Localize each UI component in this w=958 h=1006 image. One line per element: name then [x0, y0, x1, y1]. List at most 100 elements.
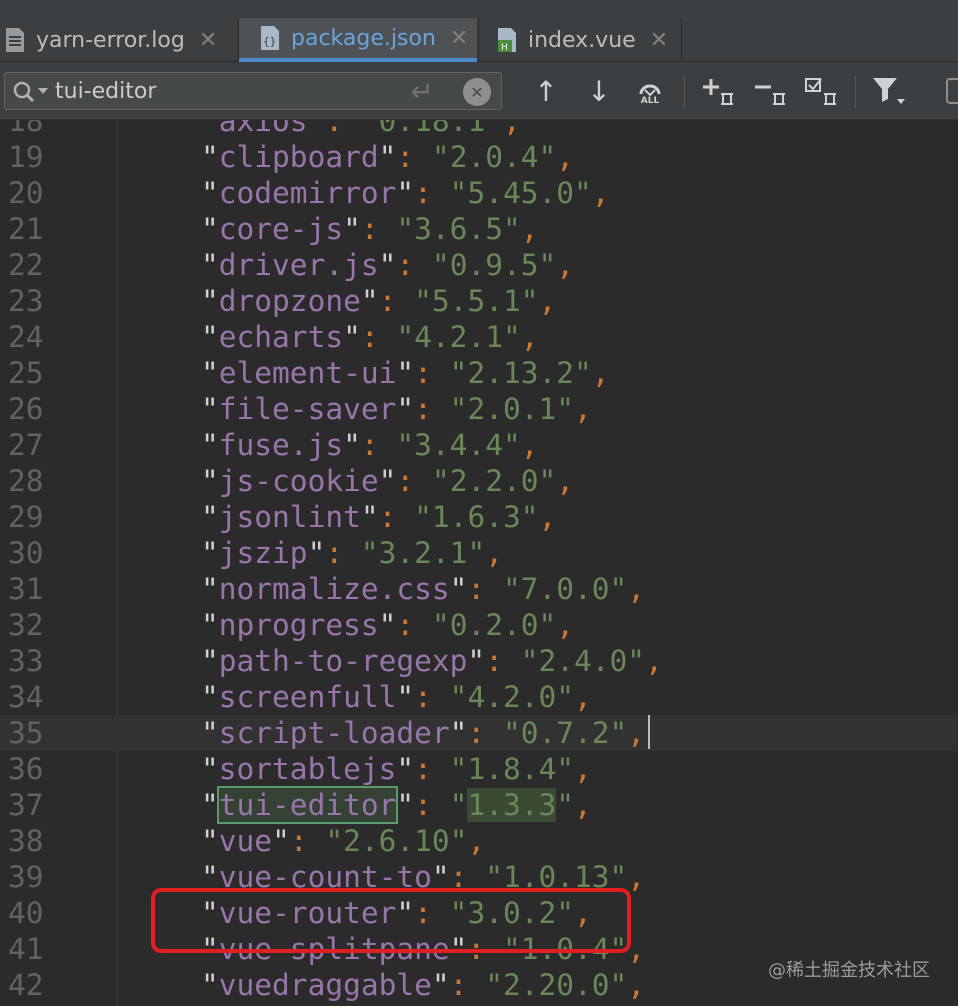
code-text: "element-ui": "2.13.2", [201, 355, 610, 391]
select-all-occurrences-button[interactable]: ALL [632, 72, 668, 110]
text-caret [648, 715, 651, 749]
quote: " [609, 716, 628, 750]
json-value: 0.9.5 [449, 248, 539, 282]
json-key: axios [218, 120, 308, 138]
code-line[interactable]: 19 "clipboard": "2.0.4", [0, 139, 958, 175]
quote: " [449, 752, 468, 786]
colon: : [414, 176, 450, 210]
json-value: 0.2.0 [449, 608, 539, 642]
code-line[interactable]: 32 "nprogress": "0.2.0", [0, 607, 958, 643]
previous-occurrence-button[interactable]: ↑ [530, 72, 562, 110]
code-line[interactable]: 35 "script-loader": "0.7.2", [0, 715, 958, 751]
quote: " [502, 428, 521, 462]
code-text: "path-to-regexp": "2.4.0", [201, 643, 663, 679]
json-key: normalize.css [218, 572, 450, 606]
line-number: 22 [8, 248, 44, 282]
json-key: vue [218, 824, 273, 858]
code-text: "echarts": "4.2.1", [201, 319, 539, 355]
add-occurrence-button[interactable] [700, 72, 736, 110]
tab-label: index.vue [528, 27, 636, 53]
quote: " [556, 752, 575, 786]
code-line[interactable]: 21 "core-js": "3.6.5", [0, 211, 958, 247]
tab-index-vue[interactable]: H index.vue ✕ [496, 18, 680, 62]
quote: " [378, 608, 397, 642]
filter-button[interactable] [870, 72, 906, 110]
quote: " [201, 284, 219, 318]
code-line[interactable]: 34 "screenfull": "4.2.0", [0, 679, 958, 715]
line-number: 39 [8, 860, 44, 894]
next-occurrence-button[interactable]: ↓ [583, 72, 615, 110]
quote: " [396, 320, 415, 354]
close-icon[interactable]: ✕ [450, 26, 468, 51]
code-line[interactable]: 24 "echarts": "4.2.1", [0, 319, 958, 355]
overflow-checkbox[interactable] [946, 72, 958, 110]
quote: " [201, 500, 219, 534]
quote: " [538, 140, 557, 174]
quote: " [201, 120, 219, 138]
enter-icon[interactable]: ↵ [405, 75, 439, 108]
code-line[interactable]: 23 "dropzone": "5.5.1", [0, 283, 958, 319]
watermark: @稀土掘金技术社区 [768, 960, 930, 981]
select-all-matches-button[interactable] [803, 72, 839, 110]
json-value: 4.2.1 [414, 320, 503, 354]
quote: " [378, 140, 397, 174]
line-number: 28 [8, 464, 44, 498]
json-key: core-js [218, 212, 344, 246]
json-key: driver.js [218, 248, 379, 282]
code-line[interactable]: 37 "tui-editor": "1.3.3", [0, 786, 958, 824]
quote: " [431, 248, 450, 282]
code-line[interactable]: 22 "driver.js": "0.9.5", [0, 247, 958, 283]
code-line[interactable]: 30 "jszip": "3.2.1", [0, 535, 958, 571]
code-line[interactable]: 20 "codemirror": "5.45.0", [0, 175, 958, 211]
code-line[interactable]: 28 "js-cookie": "2.2.0", [0, 463, 958, 499]
quote: " [325, 824, 344, 858]
filter-icon [873, 78, 905, 104]
quote: " [201, 392, 219, 426]
close-icon[interactable]: ✕ [199, 28, 217, 53]
json-value: 4.2.0 [467, 680, 557, 714]
code-line[interactable]: 38 "vue": "2.6.10", [0, 823, 958, 859]
quote: " [360, 120, 379, 138]
code-line[interactable]: 36 "sortablejs": "1.8.4", [0, 751, 958, 787]
close-icon[interactable]: ✕ [650, 28, 668, 53]
comma: , [556, 464, 575, 498]
colon: : [360, 428, 397, 462]
code-line[interactable]: 33 "path-to-regexp": "2.4.0", [0, 643, 958, 679]
quote: " [201, 644, 219, 678]
code-line[interactable]: 26 "file-saver": "2.0.1", [0, 391, 958, 427]
code-line[interactable]: 29 "jsonlint": "1.6.3", [0, 499, 958, 535]
svg-text:{}: {} [263, 35, 276, 48]
tab-package-json[interactable]: {} package.json ✕ [239, 18, 477, 62]
line-number: 40 [8, 896, 44, 930]
tab-yarn-error-log[interactable]: yarn-error.log ✕ [4, 18, 234, 62]
comma: , [645, 644, 663, 678]
code-text: "clipboard": "2.0.4", [201, 139, 574, 175]
colon: : [414, 788, 450, 822]
clear-search-icon[interactable]: ✕ [463, 78, 491, 106]
quote: " [201, 824, 219, 858]
code-line[interactable]: 25 "element-ui": "2.13.2", [0, 355, 958, 391]
quote: " [201, 716, 219, 750]
line-number: 26 [8, 392, 44, 426]
quote: " [414, 284, 432, 318]
json-key: jszip [218, 536, 308, 570]
json-value: 2.20.0 [502, 968, 610, 1002]
quote: " [609, 968, 628, 1002]
comma: , [574, 788, 592, 822]
code-editor[interactable]: 18 "axios": "0.18.1", 19 "clipboard": "2.0.… [0, 120, 958, 1006]
quote: " [396, 212, 415, 246]
code-text: "driver.js": "0.9.5", [201, 247, 574, 283]
json-key: nprogress [218, 608, 379, 642]
json-key: fuse.js [218, 428, 344, 462]
code-line[interactable]: 27 "fuse.js": "3.4.4", [0, 427, 958, 463]
quote: " [201, 176, 219, 210]
json-value: 2.0.4 [449, 140, 539, 174]
search-input[interactable] [55, 75, 395, 107]
remove-selection-icon [755, 85, 785, 105]
code-text: "jszip": "3.2.1", [201, 535, 503, 571]
code-line[interactable]: 31 "normalize.css": "7.0.0", [0, 571, 958, 607]
colon: : [414, 752, 450, 786]
search-history-icon[interactable] [11, 79, 51, 105]
code-line[interactable]: 18 "axios": "0.18.1", [0, 120, 958, 139]
remove-occurrence-button[interactable] [752, 72, 788, 110]
